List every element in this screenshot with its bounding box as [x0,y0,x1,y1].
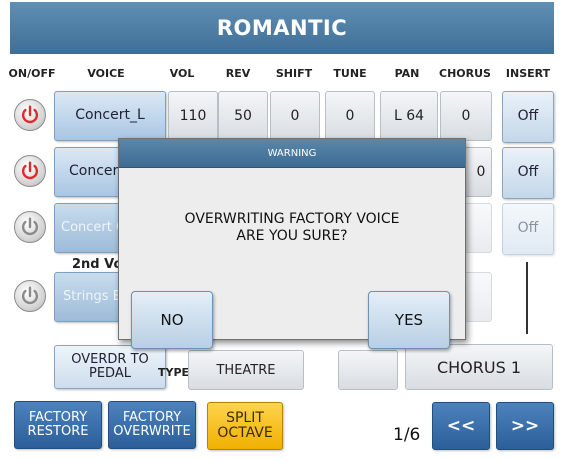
effect-selector[interactable] [338,350,398,390]
divider-line [526,262,528,334]
header-voice: VOICE [87,67,125,80]
dialog-message-line2: ARE YOU SURE? [236,228,348,244]
vol-row1[interactable]: 110 [168,91,218,141]
pan-row1[interactable]: L 64 [380,91,438,141]
insert-row3[interactable]: Off [502,203,554,255]
power-toggle-row4[interactable] [14,280,46,312]
dialog-message: OVERWRITING FACTORY VOICE ARE YOU SURE? [119,211,465,245]
rev-row1[interactable]: 50 [218,91,268,141]
chorus-effect-selector[interactable]: CHORUS 1 [405,344,553,390]
header-vol: VOL [169,67,195,80]
dialog-title: WARNING [119,139,465,168]
split-octave-button[interactable]: SPLIT OCTAVE [207,402,283,450]
power-toggle-row2[interactable] [14,155,46,187]
chorus-row1[interactable]: 0 [440,91,492,141]
type-selector[interactable]: THEATRE [188,350,304,390]
no-button[interactable]: NO [131,291,213,349]
overdrive-to-pedal-button[interactable]: OVERDR TO PEDAL [54,345,166,389]
power-on-icon [21,105,39,124]
header-tune: TUNE [333,67,367,80]
header-rev: REV [225,67,251,80]
factory-restore-button[interactable]: FACTORY RESTORE [14,401,102,449]
tune-row1[interactable]: 0 [325,91,375,141]
shift-row1[interactable]: 0 [270,91,320,141]
second-voice-label: 2nd Vo [72,257,123,272]
previous-page-button[interactable]: << [432,402,490,450]
insert-row1[interactable]: Off [502,91,554,143]
yes-button[interactable]: YES [368,291,450,349]
voice-button-row1[interactable]: Concert_L [54,91,166,141]
header-shift: SHIFT [275,67,313,80]
header-insert: INSERT [505,67,551,80]
header-chorus: CHORUS [439,67,491,80]
page-indicator: 1/6 [393,425,421,445]
insert-row2[interactable]: Off [502,147,554,199]
header-on-off: ON/OFF [8,67,56,80]
power-off-icon [21,286,39,305]
type-label: TYPE [158,366,190,379]
header-pan: PAN [394,67,420,80]
page-title: ROMANTIC [10,2,554,54]
next-page-button[interactable]: >> [496,402,554,450]
dialog-message-line1: OVERWRITING FACTORY VOICE [184,211,400,227]
factory-overwrite-button[interactable]: FACTORY OVERWRITE [108,401,196,449]
power-off-icon [21,217,39,236]
power-on-icon [21,161,39,180]
power-toggle-row1[interactable] [14,99,46,131]
power-toggle-row3[interactable] [14,211,46,243]
